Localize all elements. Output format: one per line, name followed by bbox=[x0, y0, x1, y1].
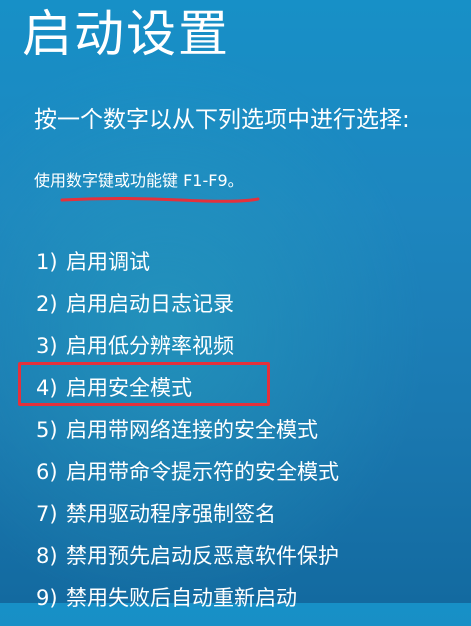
option-number: 2) bbox=[36, 292, 58, 316]
option-number: 3) bbox=[36, 334, 58, 358]
option-enable-safe-mode-with-networking[interactable]: 5) 启用带网络连接的安全模式 bbox=[36, 416, 339, 458]
option-enable-boot-logging[interactable]: 2) 启用启动日志记录 bbox=[36, 290, 339, 332]
option-number: 7) bbox=[36, 502, 58, 526]
startup-options-list: 1) 启用调试 2) 启用启动日志记录 3) 启用低分辨率视频 4) 启用安全模… bbox=[36, 248, 339, 626]
option-label: 启用带网络连接的安全模式 bbox=[66, 418, 318, 442]
option-disable-early-launch-antimalware[interactable]: 8) 禁用预先启动反恶意软件保护 bbox=[36, 542, 339, 584]
instruction-text: 按一个数字以从下列选项中进行选择: bbox=[34, 107, 410, 133]
option-label: 启用带命令提示符的安全模式 bbox=[66, 460, 339, 484]
option-enable-safe-mode-with-command-prompt[interactable]: 6) 启用带命令提示符的安全模式 bbox=[36, 458, 339, 500]
option-disable-driver-signature-enforcement[interactable]: 7) 禁用驱动程序强制签名 bbox=[36, 500, 339, 542]
page-title: 启动设置 bbox=[22, 5, 230, 63]
key-hint-text: 使用数字键或功能键 F1-F9。 bbox=[34, 171, 244, 190]
option-label: 启用启动日志记录 bbox=[66, 292, 234, 316]
option-label: 启用低分辨率视频 bbox=[66, 334, 234, 358]
option-number: 9) bbox=[36, 586, 58, 610]
option-disable-automatic-restart[interactable]: 9) 禁用失败后自动重新启动 bbox=[36, 584, 339, 626]
option-label: 禁用失败后自动重新启动 bbox=[66, 586, 297, 610]
option-label: 禁用驱动程序强制签名 bbox=[66, 502, 276, 526]
option-number: 8) bbox=[36, 544, 58, 568]
startup-settings-screen: 启动设置 按一个数字以从下列选项中进行选择: 使用数字键或功能键 F1-F9。 … bbox=[0, 0, 471, 610]
option-enable-debugging[interactable]: 1) 启用调试 bbox=[36, 248, 339, 290]
option-number: 1) bbox=[36, 250, 58, 274]
option-label: 启用调试 bbox=[66, 250, 150, 274]
option-number: 6) bbox=[36, 460, 58, 484]
option-number: 5) bbox=[36, 418, 58, 442]
red-highlight-box-annotation bbox=[18, 362, 270, 406]
red-underline-annotation bbox=[60, 197, 260, 203]
option-label: 禁用预先启动反恶意软件保护 bbox=[66, 544, 339, 568]
